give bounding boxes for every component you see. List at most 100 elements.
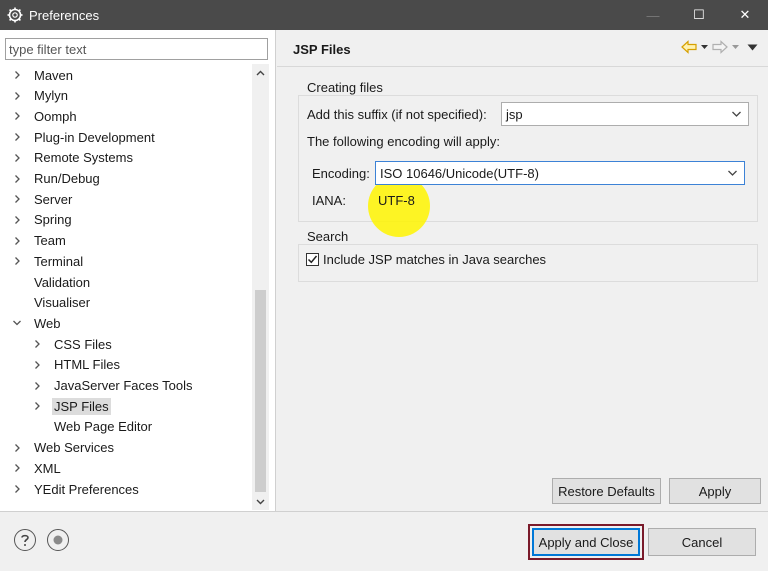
checkbox-check-icon[interactable]	[306, 253, 319, 266]
record-icon[interactable]	[47, 529, 69, 551]
suffix-value: jsp	[506, 106, 523, 122]
tree-item[interactable]: Web Services	[11, 438, 116, 458]
encoding-note: The following encoding will apply:	[307, 134, 500, 149]
close-button[interactable]: ✕	[722, 0, 768, 30]
forward-arrow-icon[interactable]	[712, 40, 728, 54]
tree-item[interactable]: CSS Files	[31, 334, 114, 354]
cancel-button[interactable]: Cancel	[648, 528, 756, 556]
tree-item-label: Oomph	[34, 108, 77, 124]
preference-tree-pane: Maven Mylyn Oomph Plug-in Development Remote…	[0, 30, 276, 511]
footer-separator	[0, 511, 768, 512]
suffix-combo[interactable]: jsp	[501, 102, 749, 126]
tree-item[interactable]: Spring	[11, 210, 74, 230]
tree-item[interactable]: Web Page Editor	[31, 417, 154, 437]
window-title: Preferences	[29, 7, 100, 23]
tree-item-label: Validation	[34, 274, 91, 290]
scroll-down-icon[interactable]	[252, 493, 269, 510]
tree-item-label: Mylyn	[34, 88, 68, 104]
chevron-right-icon[interactable]	[11, 458, 23, 478]
tree-item[interactable]: Remote Systems	[11, 148, 135, 168]
chevron-right-icon[interactable]	[11, 438, 23, 458]
encoding-combo[interactable]: ISO 10646/Unicode(UTF-8)	[375, 161, 745, 185]
search-group-label: Search	[307, 229, 349, 244]
tree-item[interactable]: Web	[11, 313, 63, 333]
tree-item-label: JSP Files	[52, 397, 111, 415]
chevron-right-icon[interactable]	[11, 189, 23, 209]
tree-item-label: Plug-in Development	[34, 129, 155, 145]
restore-defaults-button[interactable]: Restore Defaults	[552, 478, 661, 504]
tree-item-label: Spring	[34, 212, 72, 228]
tree-item[interactable]: JSP Files	[31, 396, 111, 416]
tree-item[interactable]: Mylyn	[11, 86, 70, 106]
apply-and-close-button[interactable]: Apply and Close	[532, 528, 640, 556]
include-jsp-checkbox[interactable]: Include JSP matches in Java searches	[306, 252, 546, 267]
chevron-right-icon[interactable]	[31, 396, 43, 416]
eclipse-gear-icon	[7, 7, 23, 23]
tree-item[interactable]: Run/Debug	[11, 169, 102, 189]
chevron-right-icon[interactable]	[11, 210, 23, 230]
tree-item-label: YEdit Preferences	[34, 481, 139, 497]
chevron-down-icon	[732, 111, 741, 117]
tree-scrollbar[interactable]	[252, 64, 269, 510]
chevron-right-icon[interactable]	[11, 106, 23, 126]
chevron-right-icon[interactable]	[11, 231, 23, 251]
tree-item[interactable]: Plug-in Development	[11, 127, 157, 147]
chevron-right-icon[interactable]	[11, 127, 23, 147]
maximize-button[interactable]: ☐	[676, 0, 722, 30]
tree-item-label: Web Page Editor	[54, 419, 153, 435]
tree-item-label: Run/Debug	[34, 171, 100, 186]
page-title: JSP Files	[293, 42, 351, 57]
tree-item[interactable]: Maven	[11, 65, 75, 85]
chevron-right-icon[interactable]	[11, 169, 23, 189]
help-icon[interactable]	[14, 529, 36, 551]
view-menu-icon[interactable]	[747, 44, 758, 51]
scrollbar-thumb[interactable]	[255, 290, 266, 492]
back-menu-chevron-icon[interactable]	[700, 44, 709, 50]
tree-item-label: Team	[34, 233, 66, 249]
tree-item[interactable]: Team	[11, 231, 68, 251]
tree-item-label: Web Services	[34, 440, 114, 456]
chevron-down-icon	[728, 170, 737, 176]
tree-item-label: HTML Files	[54, 357, 120, 373]
chevron-right-icon[interactable]	[11, 86, 23, 106]
forward-menu-chevron-icon[interactable]	[731, 44, 740, 50]
iana-value: UTF-8	[378, 193, 415, 208]
scroll-up-icon[interactable]	[252, 64, 269, 81]
tree-item-label: Visualiser	[34, 295, 91, 311]
chevron-right-icon[interactable]	[11, 65, 23, 85]
tree-item[interactable]: Server	[11, 189, 74, 209]
apply-button[interactable]: Apply	[669, 478, 761, 504]
tree-item[interactable]: Visualiser	[11, 293, 92, 313]
encoding-label: Encoding:	[312, 166, 370, 181]
page-navigation	[681, 40, 758, 54]
back-arrow-icon[interactable]	[681, 40, 697, 54]
minimize-button[interactable]: —	[630, 0, 676, 30]
tree-item-label: XML	[34, 460, 61, 476]
iana-label: IANA:	[312, 193, 346, 208]
chevron-right-icon[interactable]	[31, 355, 43, 375]
suffix-label: Add this suffix (if not specified):	[307, 107, 487, 122]
tree-item[interactable]: YEdit Preferences	[11, 479, 141, 499]
tree-item-label: Terminal	[34, 253, 84, 269]
tree-item-label: CSS Files	[54, 336, 112, 352]
chevron-right-icon[interactable]	[11, 148, 23, 168]
tree-item[interactable]: Oomph	[11, 106, 79, 126]
filter-input[interactable]	[5, 38, 268, 60]
tree-item-label: Remote Systems	[34, 150, 133, 166]
chevron-down-icon[interactable]	[11, 313, 23, 333]
chevron-right-icon[interactable]	[11, 479, 23, 499]
tree-item[interactable]: HTML Files	[31, 355, 122, 375]
tree-item[interactable]: Terminal	[11, 251, 85, 271]
chevron-right-icon[interactable]	[11, 251, 23, 271]
tree-item[interactable]: XML	[11, 458, 63, 478]
tree-item-label: JavaServer Faces Tools	[54, 378, 193, 393]
tree-item-label: Web	[34, 315, 61, 331]
tree-item[interactable]: Validation	[11, 272, 92, 292]
chevron-right-icon[interactable]	[31, 376, 43, 396]
title-separator	[277, 66, 768, 67]
chevron-right-icon[interactable]	[31, 334, 43, 354]
tree-item[interactable]: JavaServer Faces Tools	[31, 376, 195, 396]
